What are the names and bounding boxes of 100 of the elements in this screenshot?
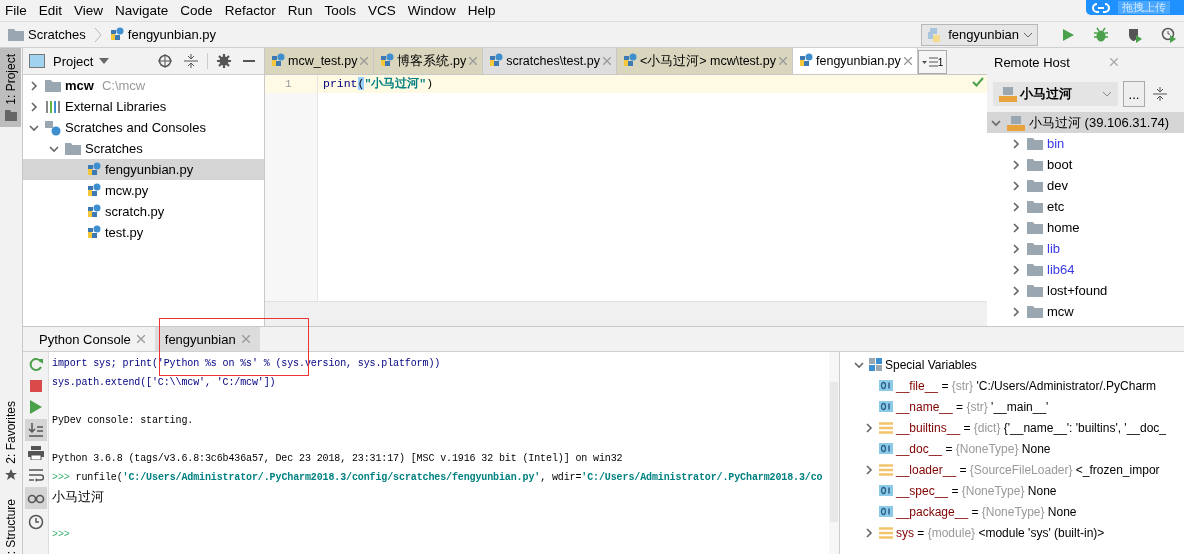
server-dropdown[interactable]: 小马过河 [993,82,1118,106]
soft-wrap-icon[interactable] [27,468,44,482]
bug-icon[interactable] [1093,26,1109,43]
rerun-icon[interactable] [27,356,44,372]
crosshair-icon[interactable] [158,54,172,68]
caret-icon[interactable] [99,58,110,64]
menu-item[interactable]: Run [281,3,319,18]
menu-item[interactable]: View [68,3,110,18]
settings-icon[interactable] [217,54,231,68]
variable-row[interactable]: sys = {module} <module 'sys' (built-in)> [848,522,1184,543]
chevron-right-icon[interactable] [29,80,39,91]
console-tab[interactable]: fengyunbian [154,327,260,351]
chevron-right-icon[interactable] [864,464,874,475]
more-button[interactable]: ... [1123,81,1145,107]
variable-row[interactable]: __doc__ = {NoneType} None [848,438,1184,459]
menu-item[interactable]: Help [461,3,502,18]
chevron-right-icon[interactable] [1011,306,1021,317]
chevron-right-icon[interactable] [1011,243,1021,254]
menu-item[interactable]: VCS [361,3,402,18]
chevron-right-icon[interactable] [1011,180,1021,191]
chevron-right-icon[interactable] [1011,264,1021,275]
tree-row[interactable]: mcw C:\mcw [23,75,264,96]
chevron-right-icon[interactable] [29,101,39,112]
collapse-icon[interactable] [1153,87,1167,101]
chevron-down-icon[interactable] [29,122,39,133]
variable-group-row[interactable]: Special Variables [848,354,1184,375]
folder-icon [1027,158,1043,171]
editor-tab[interactable]: mcw_test.py [265,48,375,74]
editor-tab[interactable]: 博客系统.py [374,48,484,74]
folder-icon [1027,284,1043,297]
variable-row[interactable]: __name__ = {str} '__main__' [848,396,1184,417]
list-icon [879,526,893,539]
run-icon[interactable] [29,400,42,414]
chevron-right-icon[interactable] [1011,222,1021,233]
menu-item[interactable]: Edit [32,3,69,18]
console-tab[interactable]: Python Console [29,327,155,351]
menu-item[interactable]: Code [174,3,219,18]
tree-row[interactable]: etc [987,196,1184,217]
tree-row[interactable]: home [987,217,1184,238]
history-icon[interactable] [27,514,44,530]
tree-row[interactable]: bin [987,133,1184,154]
tree-label: mcw.py [105,183,149,198]
print-icon[interactable] [27,446,44,460]
tree-row[interactable]: lib64 [987,259,1184,280]
panel-title[interactable]: Project [53,53,94,69]
run-icon[interactable] [1061,27,1075,42]
tree-row[interactable]: dev [987,175,1184,196]
tree-row[interactable]: fengyunbian.py [23,159,264,180]
editor-tab[interactable]: scratches\test.py [483,48,617,74]
breadcrumb-item[interactable]: fengyunbian.py [127,27,216,42]
tree-row[interactable]: lost+found [987,280,1184,301]
tree-row[interactable]: Scratches and Consoles [23,117,264,138]
editor-tab[interactable]: <小马过河> mcw\test.py [616,48,793,74]
tree-row[interactable]: Scratches [23,138,264,159]
chevron-down-icon[interactable] [49,143,59,154]
menu-item[interactable]: File [0,3,33,18]
tree-row[interactable]: External Libraries [23,96,264,117]
variable-text: __loader__ = {SourceFileLoader} <_frozen_impor [896,462,1160,477]
tree-row[interactable]: mcw.py [23,180,264,201]
tree-row[interactable]: lib [987,238,1184,259]
tool-window-tab[interactable]: 2: Favorites [0,394,21,487]
menu-item[interactable]: Window [401,3,462,18]
clock-run-icon[interactable] [1161,26,1177,43]
glasses-icon[interactable] [24,487,47,509]
variable-row[interactable]: __package__ = {NoneType} None [848,501,1184,522]
tree-row[interactable]: test.py [23,222,264,243]
chevron-down-icon[interactable] [854,359,864,370]
collapse-icon[interactable] [184,54,198,68]
variable-row[interactable]: __builtins__ = {dict} {'__name__': 'builtins', '__doc_ [848,417,1184,438]
tree-row[interactable]: boot [987,154,1184,175]
tree-row[interactable]: mcw [987,301,1184,322]
chevron-down-icon[interactable] [991,117,1001,128]
tree-row[interactable]: 小马过河 (39.106.31.74) [987,112,1184,133]
variable-row[interactable]: __spec__ = {NoneType} None [848,480,1184,501]
chevron-right-icon[interactable] [1011,285,1021,296]
menu-item[interactable]: Navigate [109,3,175,18]
chevron-right-icon[interactable] [1011,159,1021,170]
close-icon[interactable] [136,335,145,343]
tree-label: mcw [1047,304,1074,319]
tree-row[interactable]: scratch.py [23,201,264,222]
scroll-to-end-icon[interactable] [24,419,47,441]
chevron-right-icon[interactable] [1011,201,1021,212]
tool-window-tab[interactable]: 1: Project [0,48,21,127]
run-config-dropdown[interactable]: fengyunbian [921,23,1038,46]
stop-icon[interactable] [29,380,42,392]
variable-row[interactable]: __file__ = {str} 'C:/Users/Administrator/.PyCharm [848,375,1184,396]
editor-tab[interactable]: fengyunbian.py [793,48,918,74]
shield-run-icon[interactable] [1127,26,1143,43]
breadcrumb-item[interactable]: Scratches [28,27,86,42]
menu-item[interactable]: Refactor [218,3,282,18]
close-icon[interactable] [903,57,912,65]
tool-window-tab[interactable]: : Structure [0,492,21,554]
variable-text: __package__ = {NoneType} None [896,504,1077,519]
menu-item[interactable]: Tools [318,3,362,18]
chevron-right-icon[interactable] [864,422,874,433]
variable-row[interactable]: __loader__ = {SourceFileLoader} <_frozen_impor [848,459,1184,480]
tab-list-button[interactable]: 1 [917,50,948,74]
chevron-right-icon[interactable] [864,527,874,538]
chevron-right-icon[interactable] [1011,138,1021,149]
scrollbar-thumb[interactable] [830,382,838,522]
